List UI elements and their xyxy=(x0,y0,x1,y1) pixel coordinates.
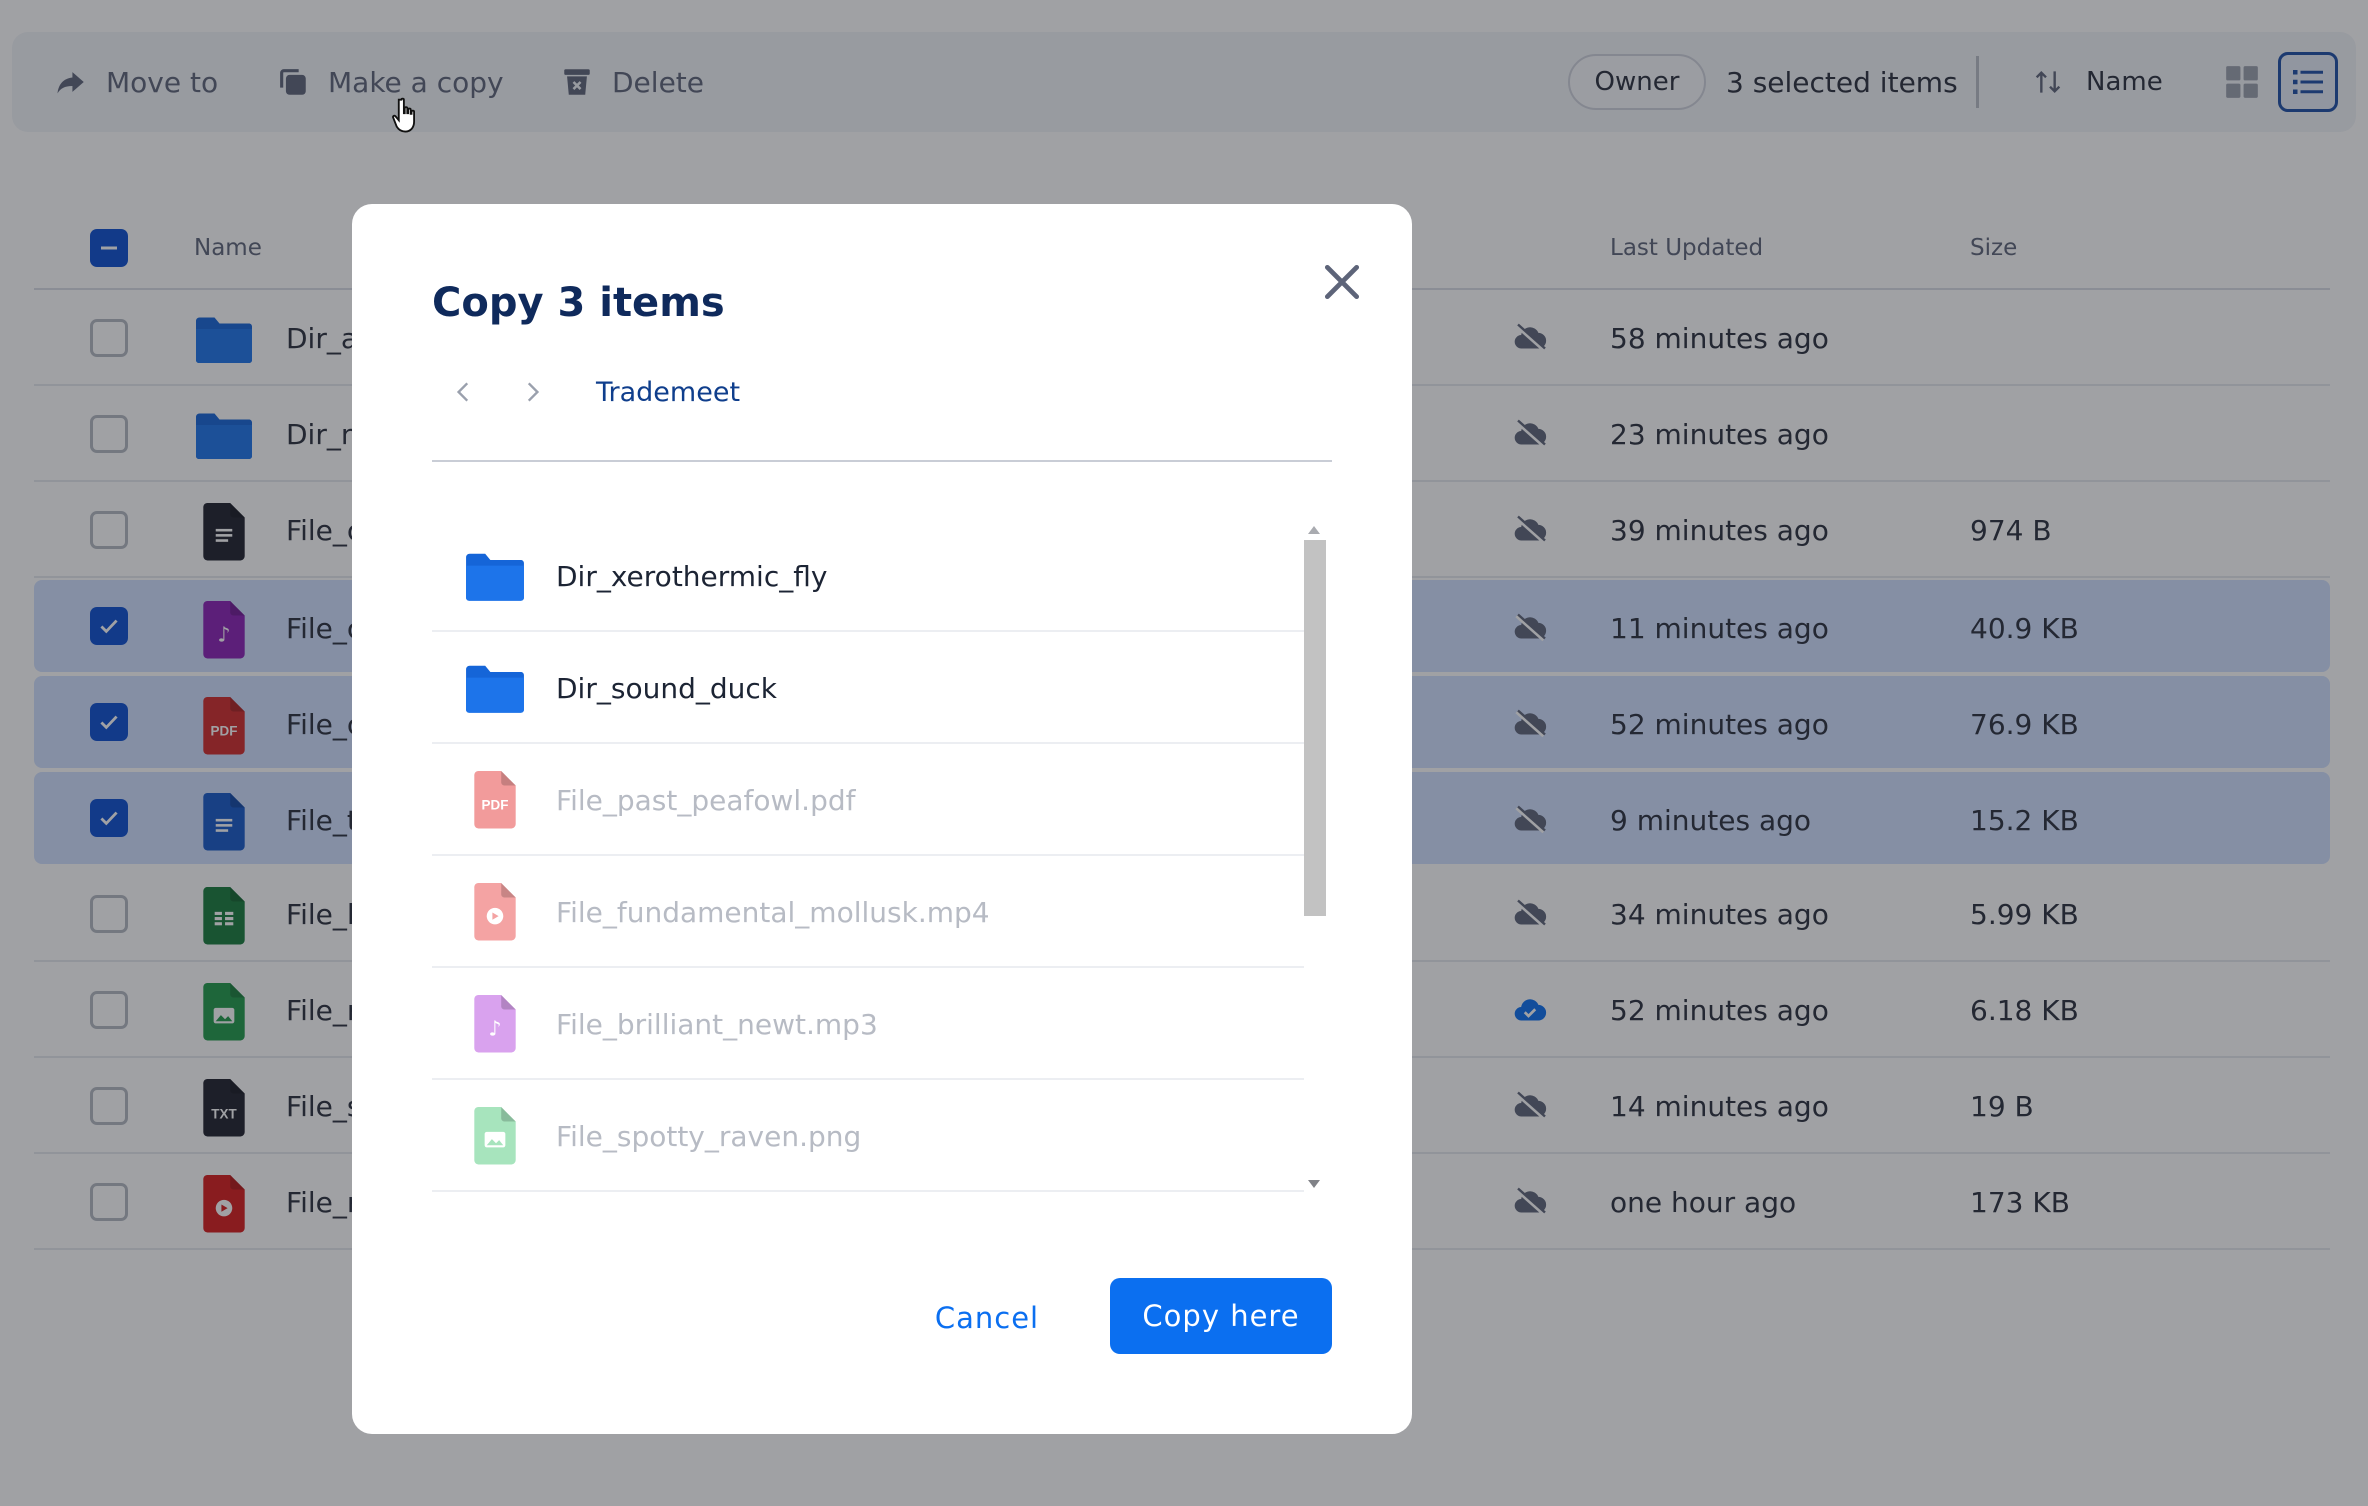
destination-item-name: File_spotty_raven.png xyxy=(556,1119,862,1153)
copy-dialog: Copy 3 items Trademeet Dir_xerothermic_f… xyxy=(352,204,1412,1434)
destination-list: Dir_xerothermic_fly Dir_sound_duck PDF F… xyxy=(432,520,1326,1200)
destination-item-name: Dir_sound_duck xyxy=(556,671,777,705)
destination-item-name: File_past_peafowl.pdf xyxy=(556,783,856,817)
destination-item[interactable]: Dir_sound_duck xyxy=(432,632,1304,744)
folder-icon xyxy=(464,662,526,716)
destination-item-name: File_fundamental_mollusk.mp4 xyxy=(556,895,990,929)
nav-back-button[interactable] xyxy=(444,370,484,414)
copy-here-button[interactable]: Copy here xyxy=(1110,1278,1332,1354)
chevron-right-icon xyxy=(527,382,540,402)
dialog-title: Copy 3 items xyxy=(432,280,725,326)
destination-item[interactable]: Dir_xerothermic_fly xyxy=(432,520,1304,632)
close-button[interactable] xyxy=(1312,252,1372,312)
destination-item: ♪ File_brilliant_newt.mp3 xyxy=(432,968,1304,1080)
destination-item-name: Dir_xerothermic_fly xyxy=(556,559,828,593)
folder-icon xyxy=(464,550,526,604)
image-file-icon xyxy=(470,1106,532,1165)
destination-item: PDF File_past_peafowl.pdf xyxy=(432,744,1304,856)
scroll-down-arrow[interactable] xyxy=(1302,1174,1326,1194)
destination-item: File_spotty_raven.png xyxy=(432,1080,1304,1192)
audio-file-icon: ♪ xyxy=(470,994,532,1053)
cancel-button[interactable]: Cancel xyxy=(912,1280,1062,1356)
scrollbar-thumb[interactable] xyxy=(1304,540,1326,916)
svg-text:♪: ♪ xyxy=(488,1016,501,1040)
hand-cursor-icon xyxy=(392,97,416,133)
pdf-file-icon: PDF xyxy=(470,770,532,829)
nav-forward-button[interactable] xyxy=(512,370,552,414)
breadcrumb[interactable]: Trademeet xyxy=(596,370,740,414)
scroll-up-arrow[interactable] xyxy=(1302,520,1326,540)
svg-text:PDF: PDF xyxy=(482,797,509,812)
destination-item: File_fundamental_mollusk.mp4 xyxy=(432,856,1304,968)
close-icon xyxy=(1324,264,1360,300)
destination-item-name: File_brilliant_newt.mp3 xyxy=(556,1007,878,1041)
dialog-divider xyxy=(432,460,1332,462)
triangle-down-icon xyxy=(1308,1180,1320,1188)
video-file-icon xyxy=(470,882,532,941)
chevron-left-icon xyxy=(456,382,469,402)
triangle-up-icon xyxy=(1308,526,1320,534)
